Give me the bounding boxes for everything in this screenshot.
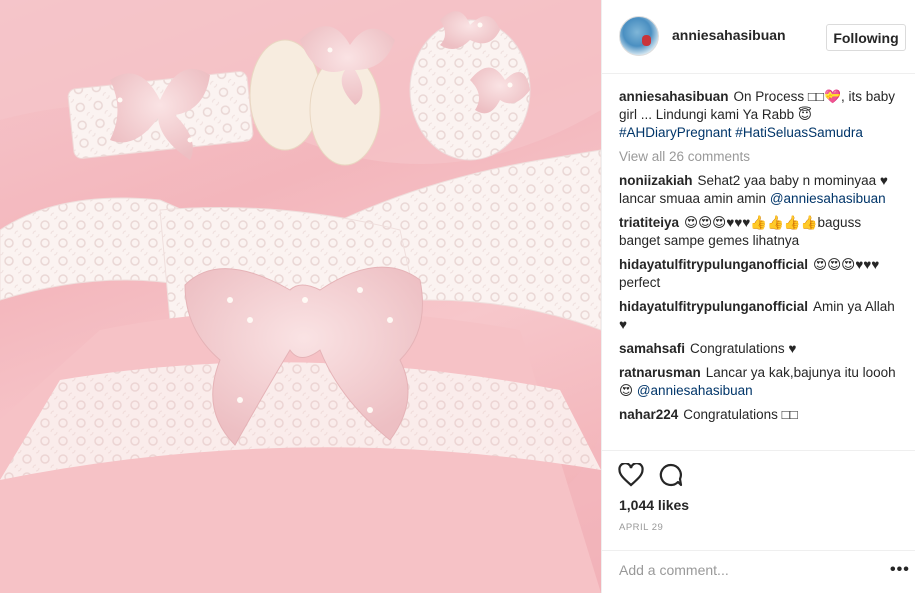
caption: anniesahasibuan On Process □□💝, its baby … [619,88,904,142]
comment-item: triatiteiya 😍😍😍♥♥♥👍👍👍👍baguss banget sampe… [619,214,904,250]
comment-item: ratnarusman Lancar ya kak,bajunya itu loo… [619,364,904,400]
avatar[interactable] [619,16,659,56]
view-all-comments-link[interactable]: View all 26 comments [619,148,904,166]
comment-username[interactable]: noniizakiah [619,173,693,188]
comment-username[interactable]: nahar224 [619,407,678,422]
comment-item: noniizakiah Sehat2 yaa baby n mominyaa ♥ … [619,172,904,208]
comment-username[interactable]: hidayatulfitrypulunganofficial [619,299,808,314]
comment-username[interactable]: samahsafi [619,341,685,356]
baby-dress-image [0,0,601,593]
post-header: anniesahasibuan Following [602,0,915,74]
comment-username[interactable]: triatiteiya [619,215,679,230]
comment-item: hidayatulfitrypulunganofficial Amin ya Al… [619,298,904,334]
comment-text: Congratulations ♥ [690,341,797,356]
likes-count[interactable]: 1,044 likes [619,497,689,513]
comment-mention[interactable]: @anniesahasibuan [770,191,886,206]
following-button[interactable]: Following [826,24,906,51]
comment-item: samahsafi Congratulations ♥ [619,340,904,358]
comment-mention[interactable]: @anniesahasibuan [637,383,753,398]
caption-hashtags[interactable]: #AHDiaryPregnant #HatiSeluasSamudra [619,125,863,140]
comment-item: nahar224 Congratulations □□ [619,406,904,424]
heart-icon[interactable] [618,462,644,492]
comment-item: hidayatulfitrypulunganofficial 😍😍😍♥♥♥ per… [619,256,904,292]
post-username[interactable]: anniesahasibuan [672,27,786,43]
more-options-icon[interactable]: ••• [890,561,910,579]
post-date: APRIL 29 [619,522,664,533]
comment-bubble-icon[interactable] [658,463,684,492]
add-comment-input[interactable]: Add a comment... [619,562,729,578]
comments-list: anniesahasibuan On Process □□💝, its baby … [619,88,904,430]
caption-username[interactable]: anniesahasibuan [619,89,729,104]
comment-username[interactable]: ratnarusman [619,365,701,380]
post-side-panel: anniesahasibuan Following anniesahasibua… [601,0,915,593]
post-photo[interactable] [0,0,601,593]
comment-username[interactable]: hidayatulfitrypulunganofficial [619,257,808,272]
comment-text: Congratulations □□ [683,407,798,422]
action-bar [602,450,915,487]
add-comment-bar: Add a comment... ••• [602,550,915,593]
